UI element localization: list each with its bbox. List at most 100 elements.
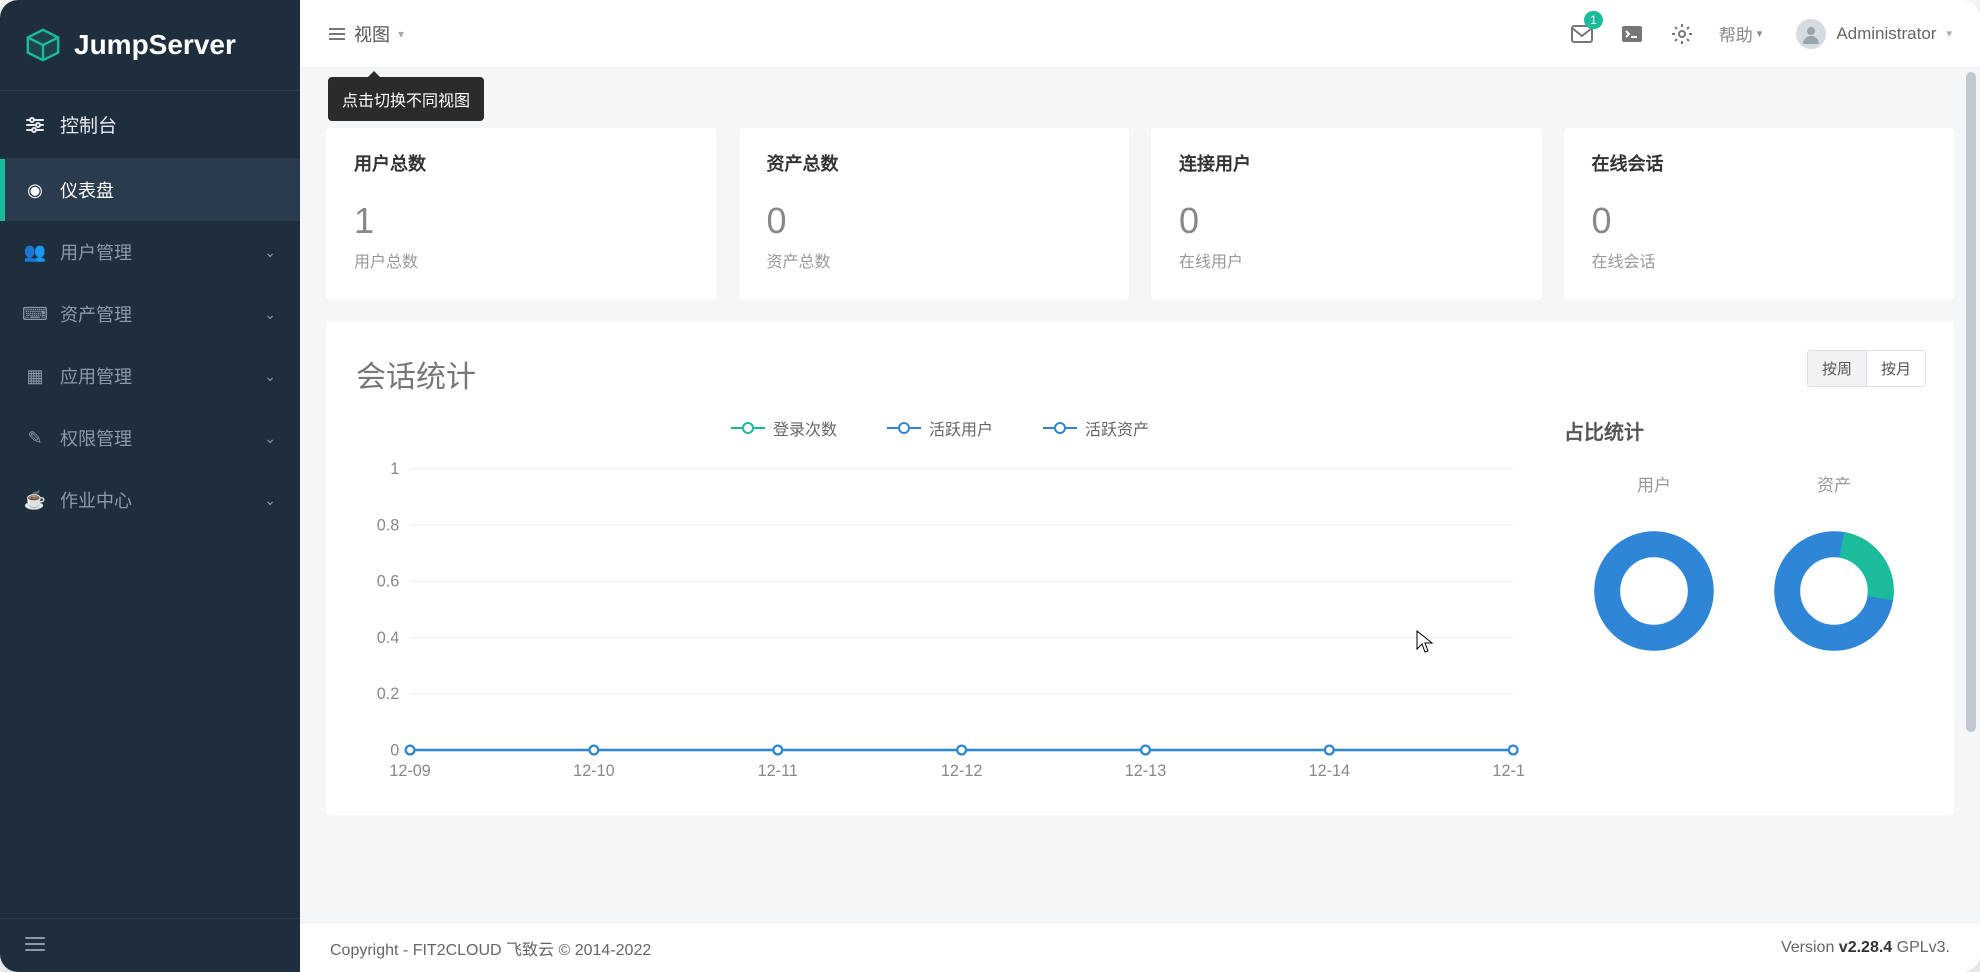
topbar: 视图 ▾ 点击切换不同视图 1 帮助 ▾ bbox=[300, 0, 1980, 68]
user-name: Administrator bbox=[1836, 24, 1936, 44]
brand-logo[interactable]: JumpServer bbox=[0, 0, 300, 90]
collapse-icon bbox=[24, 935, 46, 953]
nav-icon: ◉ bbox=[24, 180, 46, 201]
session-panel-title: 会话统计 bbox=[356, 352, 1924, 396]
stat-value: 0 bbox=[1592, 200, 1927, 242]
chevron-down-icon: ⌄ bbox=[264, 306, 276, 323]
svg-text:12-11: 12-11 bbox=[758, 762, 798, 780]
logo-icon bbox=[24, 26, 62, 64]
nav-section-label: 控制台 bbox=[60, 111, 117, 138]
stat-sub: 资产总数 bbox=[767, 248, 1102, 272]
stat-sub: 在线会话 bbox=[1592, 248, 1927, 272]
sidebar-item-5[interactable]: ☕ 作业中心 ⌄ bbox=[0, 469, 300, 531]
svg-text:12-13: 12-13 bbox=[1125, 762, 1166, 780]
sidebar-item-label: 作业中心 bbox=[60, 487, 132, 513]
svg-text:0.8: 0.8 bbox=[377, 516, 400, 534]
stat-sub: 在线用户 bbox=[1179, 248, 1514, 272]
stat-card-2: 连接用户 0 在线用户 bbox=[1151, 128, 1542, 300]
footer-version: Version v2.28.4 GPLv3. bbox=[1781, 939, 1950, 957]
sidebar-item-2[interactable]: ⌨ 资产管理 ⌄ bbox=[0, 283, 300, 345]
mail-button[interactable]: 1 bbox=[1561, 13, 1603, 55]
legend-marker-icon bbox=[887, 421, 921, 435]
legend-item[interactable]: 活跃用户 bbox=[887, 416, 993, 440]
stat-value: 0 bbox=[1179, 200, 1514, 242]
stat-value: 0 bbox=[767, 200, 1102, 242]
legend-item[interactable]: 活跃资产 bbox=[1043, 416, 1149, 440]
scrollbar-thumb[interactable] bbox=[1966, 72, 1976, 732]
stat-card-0: 用户总数 1 用户总数 bbox=[326, 128, 717, 300]
terminal-button[interactable] bbox=[1611, 13, 1653, 55]
nav-icon: ⌨ bbox=[24, 304, 46, 325]
sidebar-item-label: 权限管理 bbox=[60, 425, 132, 451]
sidebar-item-label: 应用管理 bbox=[60, 363, 132, 389]
sidebar-item-0[interactable]: ◉ 仪表盘 bbox=[0, 159, 300, 221]
stat-card-3: 在线会话 0 在线会话 bbox=[1564, 128, 1955, 300]
brand-text: JumpServer bbox=[74, 29, 236, 61]
sidebar: JumpServer 控制台 ◉ 仪表盘 👥 用户管理 ⌄⌨ 资产管理 ⌄▦ 应… bbox=[0, 0, 300, 972]
content: 用户总数 1 用户总数资产总数 0 资产总数连接用户 0 在线用户在线会话 0 … bbox=[300, 68, 1980, 922]
sliders-icon bbox=[24, 115, 46, 135]
view-switcher-tooltip: 点击切换不同视图 bbox=[328, 77, 484, 121]
chevron-down-icon: ⌄ bbox=[264, 430, 276, 447]
sidebar-item-1[interactable]: 👥 用户管理 ⌄ bbox=[0, 221, 300, 283]
range-month-button[interactable]: 按月 bbox=[1866, 351, 1925, 386]
svg-text:0.2: 0.2 bbox=[377, 685, 400, 703]
nav-section-header: 控制台 bbox=[0, 90, 300, 159]
legend-label: 活跃资产 bbox=[1085, 416, 1149, 440]
legend-item[interactable]: 登录次数 bbox=[731, 416, 837, 440]
footer: Copyright - FIT2CLOUD 飞致云 © 2014-2022 Ve… bbox=[300, 922, 1980, 972]
stat-value: 1 bbox=[354, 200, 689, 242]
svg-text:12-12: 12-12 bbox=[941, 762, 982, 780]
range-week-button[interactable]: 按周 bbox=[1808, 351, 1866, 386]
chevron-down-icon: ▾ bbox=[1757, 27, 1763, 40]
chevron-down-icon: ▾ bbox=[398, 27, 404, 41]
avatar-icon bbox=[1796, 19, 1826, 49]
svg-text:12-15: 12-15 bbox=[1492, 762, 1524, 780]
menu-icon bbox=[328, 27, 346, 41]
stat-title: 资产总数 bbox=[767, 150, 1102, 176]
nav-icon: 👥 bbox=[24, 242, 46, 263]
svg-text:1: 1 bbox=[390, 460, 399, 478]
scrollbar[interactable] bbox=[1966, 72, 1976, 918]
gear-icon bbox=[1671, 23, 1693, 45]
view-switcher[interactable]: 视图 ▾ 点击切换不同视图 bbox=[328, 21, 404, 47]
svg-text:0.6: 0.6 bbox=[377, 573, 400, 591]
settings-button[interactable] bbox=[1661, 13, 1703, 55]
svg-text:12-09: 12-09 bbox=[389, 762, 430, 780]
help-label: 帮助 bbox=[1719, 21, 1753, 46]
ratio-panel: 占比统计 用户 资产 bbox=[1564, 416, 1924, 785]
svg-text:0: 0 bbox=[390, 741, 399, 759]
nav-icon: ▦ bbox=[24, 366, 46, 387]
footer-copyright: Copyright - FIT2CLOUD 飞致云 © 2014-2022 bbox=[330, 936, 651, 960]
mail-badge: 1 bbox=[1584, 11, 1603, 29]
user-menu[interactable]: Administrator ▾ bbox=[1796, 19, 1952, 49]
donut-user bbox=[1589, 526, 1719, 659]
view-switcher-label: 视图 bbox=[354, 21, 390, 47]
svg-text:0.4: 0.4 bbox=[377, 629, 400, 647]
legend-marker-icon bbox=[1043, 421, 1077, 435]
legend-marker-icon bbox=[731, 421, 765, 435]
sidebar-item-4[interactable]: ✎ 权限管理 ⌄ bbox=[0, 407, 300, 469]
nav-icon: ☕ bbox=[24, 490, 46, 511]
stat-title: 连接用户 bbox=[1179, 150, 1514, 176]
chart-legend: 登录次数 活跃用户 活跃资产 bbox=[356, 416, 1524, 440]
stat-card-1: 资产总数 0 资产总数 bbox=[739, 128, 1130, 300]
sidebar-item-3[interactable]: ▦ 应用管理 ⌄ bbox=[0, 345, 300, 407]
chevron-down-icon: ▾ bbox=[1946, 27, 1952, 40]
chevron-down-icon: ⌄ bbox=[264, 492, 276, 509]
ratio-title: 占比统计 bbox=[1564, 416, 1924, 445]
nav-icon: ✎ bbox=[24, 428, 46, 449]
sidebar-collapse[interactable] bbox=[0, 918, 300, 972]
help-menu[interactable]: 帮助 ▾ bbox=[1711, 21, 1771, 46]
sidebar-item-label: 仪表盘 bbox=[60, 177, 114, 203]
legend-label: 活跃用户 bbox=[929, 416, 993, 440]
stat-title: 用户总数 bbox=[354, 150, 689, 176]
session-panel: 会话统计 按周 按月 登录次数 活跃用户 活跃资产 0 0.2 0.4 0.6 0.8 1… bbox=[326, 322, 1954, 815]
sidebar-item-label: 资产管理 bbox=[60, 301, 132, 327]
ratio-asset-label: 资产 bbox=[1817, 471, 1851, 496]
stat-sub: 用户总数 bbox=[354, 248, 689, 272]
terminal-icon bbox=[1621, 25, 1643, 43]
chevron-down-icon: ⌄ bbox=[264, 244, 276, 261]
range-toggle: 按周 按月 bbox=[1807, 350, 1926, 387]
svg-text:12-10: 12-10 bbox=[573, 762, 614, 780]
